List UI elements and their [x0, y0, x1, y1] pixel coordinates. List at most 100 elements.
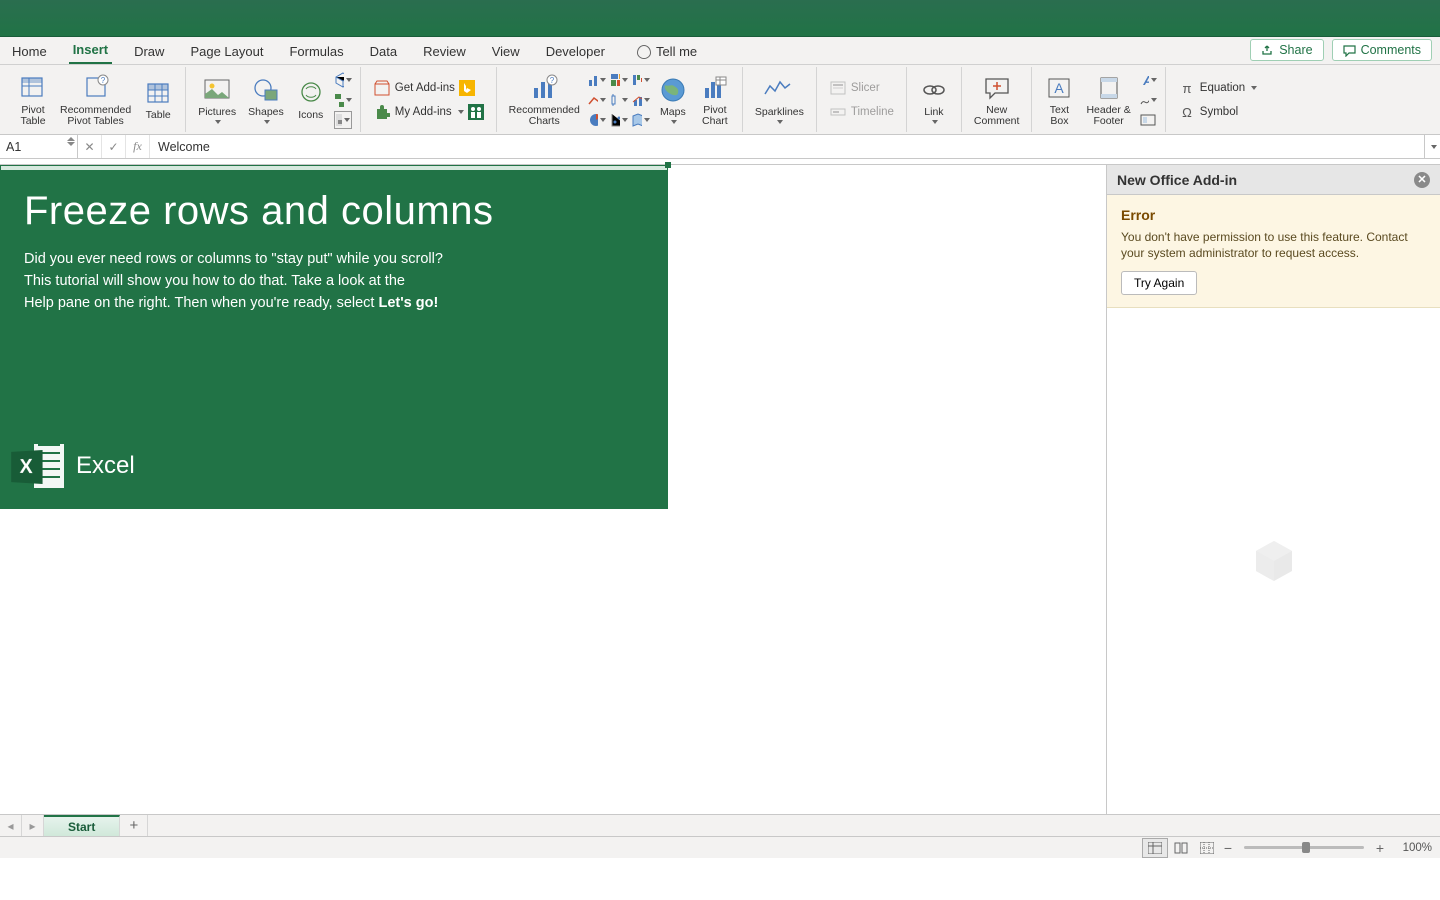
wordart-button[interactable]: A [1139, 71, 1157, 89]
sheet-area[interactable]: Freeze rows and columns Did you ever nee… [0, 165, 1106, 814]
tab-formulas[interactable]: Formulas [285, 40, 347, 64]
get-addins-button[interactable]: Get Add-ins [369, 77, 488, 99]
pictures-icon [202, 75, 232, 105]
task-pane-close-button[interactable]: ✕ [1414, 172, 1430, 188]
sparklines-icon [764, 75, 794, 105]
name-box[interactable]: A1 [0, 135, 78, 158]
slicer-button: Slicer [825, 77, 898, 99]
sheet-nav-prev[interactable]: ◂ [0, 815, 22, 836]
tab-draw[interactable]: Draw [130, 40, 168, 64]
name-box-dropdown[interactable] [67, 137, 75, 146]
share-button[interactable]: Share [1250, 39, 1323, 61]
svg-text:A: A [1055, 80, 1065, 96]
ribbon-group-illustrations: Pictures Shapes Icons [186, 67, 361, 132]
equation-icon: π [1178, 79, 1196, 97]
tell-me[interactable]: Tell me [633, 40, 701, 64]
3d-models-button[interactable] [334, 71, 352, 89]
get-addins-label: Get Add-ins [395, 82, 455, 94]
view-page-layout-button[interactable] [1168, 838, 1194, 858]
ribbon: Pivot Table ? Recommended Pivot Tables T… [0, 65, 1440, 135]
combo-chart-button[interactable] [632, 91, 650, 109]
my-addins-label: My Add-ins [395, 106, 452, 118]
scatter-chart-button[interactable] [610, 111, 628, 129]
chart-dropdowns-3 [632, 71, 650, 129]
column-chart-button[interactable] [588, 71, 606, 89]
svg-text:A: A [1142, 73, 1149, 87]
tab-view[interactable]: View [488, 40, 524, 64]
selection-handle[interactable] [665, 162, 671, 168]
tab-page-layout[interactable]: Page Layout [186, 40, 267, 64]
tab-review[interactable]: Review [419, 40, 470, 64]
recommended-charts-button[interactable]: ? Recommended Charts [505, 71, 584, 129]
recommended-pivot-button[interactable]: ? Recommended Pivot Tables [56, 71, 135, 129]
zoom-slider-thumb[interactable] [1302, 842, 1310, 853]
sheet-tab-start[interactable]: Start [44, 815, 120, 836]
shapes-label: Shapes [248, 107, 284, 118]
illustrations-more [334, 71, 352, 129]
sheet-tabs-row: ◂ ▸ Start + [0, 814, 1440, 836]
text-box-button[interactable]: A Text Box [1040, 71, 1078, 129]
enter-formula-button[interactable]: ✓ [102, 135, 126, 158]
shapes-button[interactable]: Shapes [244, 73, 288, 126]
tutorial-line2: This tutorial will show you how to do th… [24, 273, 405, 289]
tab-developer[interactable]: Developer [542, 40, 609, 64]
ribbon-group-tables: Pivot Table ? Recommended Pivot Tables T… [6, 67, 186, 132]
ribbon-group-comments: New Comment [962, 67, 1033, 132]
line-chart-button[interactable] [588, 91, 606, 109]
zoom-out-button[interactable]: − [1220, 840, 1236, 856]
link-button[interactable]: Link [915, 73, 953, 126]
formula-input[interactable]: Welcome [150, 135, 1424, 158]
statistic-chart-button[interactable] [610, 91, 628, 109]
waterfall-chart-button[interactable] [632, 71, 650, 89]
comment-icon [1343, 44, 1356, 57]
pivot-table-button[interactable]: Pivot Table [14, 71, 52, 129]
pictures-button[interactable]: Pictures [194, 73, 240, 126]
workspace: Freeze rows and columns Did you ever nee… [0, 165, 1440, 814]
fx-button[interactable]: fx [126, 135, 150, 158]
view-normal-button[interactable] [1142, 838, 1168, 858]
table-button[interactable]: Table [139, 76, 177, 123]
table-icon [143, 78, 173, 108]
cancel-formula-button[interactable]: ✕ [78, 135, 102, 158]
timeline-button: Timeline [825, 101, 898, 123]
comments-button[interactable]: Comments [1332, 39, 1432, 61]
expand-formula-bar[interactable] [1424, 135, 1440, 158]
zoom-level[interactable]: 100% [1388, 842, 1432, 854]
symbol-label: Symbol [1200, 106, 1238, 118]
add-sheet-button[interactable]: + [120, 815, 148, 836]
maps-button[interactable]: Maps [654, 73, 692, 126]
my-addins-button[interactable]: My Add-ins [369, 101, 488, 123]
map-chart-button[interactable] [632, 111, 650, 129]
pie-chart-button[interactable] [588, 111, 606, 129]
sheet-nav-next[interactable]: ▸ [22, 815, 44, 836]
hierarchy-chart-button[interactable] [610, 71, 628, 89]
tab-home[interactable]: Home [8, 40, 51, 64]
try-again-button[interactable]: Try Again [1121, 271, 1197, 295]
view-page-break-button[interactable] [1194, 838, 1220, 858]
icons-label: Icons [298, 110, 323, 121]
sparklines-button[interactable]: Sparklines [751, 73, 808, 126]
share-icon [1261, 44, 1274, 57]
smartart-button[interactable] [334, 91, 352, 109]
text-more: A [1139, 71, 1157, 129]
pivot-chart-button[interactable]: Pivot Chart [696, 71, 734, 129]
symbol-button[interactable]: Ω Symbol [1174, 101, 1261, 123]
tab-data[interactable]: Data [366, 40, 401, 64]
signature-button[interactable] [1139, 91, 1157, 109]
bing-icon [459, 80, 475, 96]
zoom-in-button[interactable]: + [1372, 840, 1388, 856]
shapes-icon [251, 75, 281, 105]
excel-brand: X Excel [10, 441, 135, 491]
icons-button[interactable]: Icons [292, 76, 330, 123]
recommended-charts-label: Recommended Charts [509, 105, 580, 127]
zoom-slider[interactable] [1244, 846, 1364, 849]
svg-text:π: π [1182, 81, 1191, 95]
tutorial-line3a: Help pane on the right. Then when you're… [24, 295, 378, 311]
header-footer-label: Header & Footer [1086, 105, 1130, 127]
new-comment-button[interactable]: New Comment [970, 71, 1024, 129]
header-footer-button[interactable]: Header & Footer [1082, 71, 1134, 129]
object-button[interactable] [1139, 111, 1157, 129]
equation-button[interactable]: π Equation [1174, 77, 1261, 99]
screenshot-button[interactable] [334, 111, 352, 129]
tab-insert[interactable]: Insert [69, 38, 112, 64]
